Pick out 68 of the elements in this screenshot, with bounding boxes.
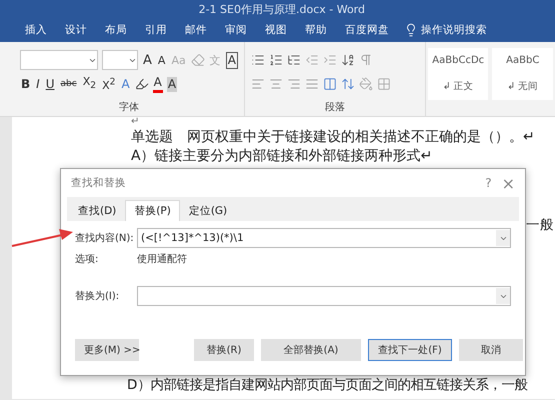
ribbon-tab[interactable]: 邮件 (176, 23, 216, 37)
ribbon-tab[interactable]: 视图 (256, 23, 296, 37)
ribbon-tab[interactable]: 设计 (56, 23, 96, 37)
superscript-button[interactable]: X$^{2}$ (101, 74, 116, 94)
sort-icon[interactable] (340, 53, 355, 67)
document-text: 一般 (526, 216, 554, 234)
font-color-button[interactable]: A (152, 75, 163, 93)
underline-button[interactable]: U (44, 76, 56, 92)
font-size-field[interactable] (102, 50, 138, 70)
bold-button[interactable]: B (20, 76, 32, 92)
dialog-button[interactable]: 更多(M) >> (75, 339, 139, 361)
document-line: A）链接主要分为内部链接和外部链接两种形式↵ (131, 147, 434, 166)
ribbon-tab[interactable]: 布局 (96, 23, 136, 37)
options-text: 使用通配符 (137, 252, 187, 266)
grow-font-button[interactable]: A (142, 52, 153, 68)
align-left-icon[interactable] (250, 77, 265, 91)
align-center-icon[interactable] (268, 77, 283, 91)
dialog-title: 查找和替换 (71, 176, 126, 190)
field-label: 查找内容(N): (75, 232, 135, 245)
character-border-button[interactable]: A (226, 52, 238, 68)
paragraph-mark: ↵ (131, 117, 140, 128)
justify-icon[interactable] (304, 77, 319, 91)
dialog-button[interactable]: 查找下一处(F) (368, 339, 452, 361)
ribbon-tab[interactable]: 百度网盘 (336, 23, 398, 37)
borders-icon[interactable] (376, 77, 391, 91)
field-label: 选项: (75, 252, 100, 266)
dialog-tab[interactable]: 定位(G) (180, 200, 236, 221)
dialog-tab[interactable]: 替换(P) (125, 200, 180, 221)
align-right-icon[interactable] (286, 77, 301, 91)
paint-bucket-icon[interactable] (358, 77, 373, 91)
ribbon-tab[interactable]: 帮助 (296, 23, 336, 37)
window-title: 2-1 SE0作用与原理.docx - Word (198, 2, 365, 16)
group-label: 字体 (118, 100, 140, 114)
pointer-arrow (10, 228, 74, 248)
document-line: 单选题 网页权重中关于链接建设的相关描述不正确的是（）。↵ (131, 128, 536, 147)
find-what-field[interactable]: (<[!^13]*^13)(*)\1 (137, 228, 511, 248)
lightbulb-icon[interactable] (404, 23, 418, 37)
columns-icon[interactable] (322, 77, 337, 91)
text-effects-button[interactable]: A (120, 76, 131, 92)
style-gallery-item[interactable]: AaBbCcDc ↲ 正文 (428, 48, 488, 100)
dialog-button[interactable]: 替换(R) (194, 339, 254, 361)
group-label: 段落 (324, 100, 346, 114)
dialog-tab[interactable]: 查找(D) (69, 200, 126, 221)
eraser-icon[interactable] (190, 53, 205, 67)
highlighter-icon[interactable] (134, 77, 149, 91)
numbering-icon[interactable] (268, 53, 283, 67)
line-spacing-icon[interactable] (340, 77, 355, 91)
shrink-font-button[interactable]: A (156, 52, 166, 68)
style-gallery-item[interactable]: AaBbC ↲ 无间 (492, 48, 553, 100)
tell-me-search[interactable]: 操作说明搜索 (421, 23, 487, 37)
ribbon-tab[interactable]: 引用 (136, 23, 176, 37)
close-button[interactable]: × (502, 174, 515, 192)
strikethrough-button[interactable]: abc (60, 76, 78, 92)
document-line: D）内部链接是指自建网站内部页面与页面之间的相互链接关系，一般 (127, 376, 528, 395)
subscript-button[interactable]: X$_{2}$ (82, 74, 98, 94)
dialog-button[interactable]: 全部替换(A) (261, 339, 361, 361)
ribbon-tab[interactable]: 审阅 (216, 23, 256, 37)
character-shading-button[interactable]: A (166, 76, 178, 92)
dropdown-button[interactable] (496, 230, 510, 246)
italic-button[interactable]: I (35, 76, 41, 92)
ribbon-tab[interactable]: 插入 (16, 23, 56, 37)
replace-with-field[interactable] (137, 286, 511, 306)
field-label: 替换为(I): (75, 290, 120, 303)
font-name-field[interactable] (20, 50, 98, 70)
help-button[interactable]: ? (485, 176, 492, 190)
multilevel-list-icon[interactable] (286, 53, 301, 67)
dropdown-button[interactable] (496, 288, 510, 304)
dialog-button[interactable]: 取消 (459, 339, 523, 361)
